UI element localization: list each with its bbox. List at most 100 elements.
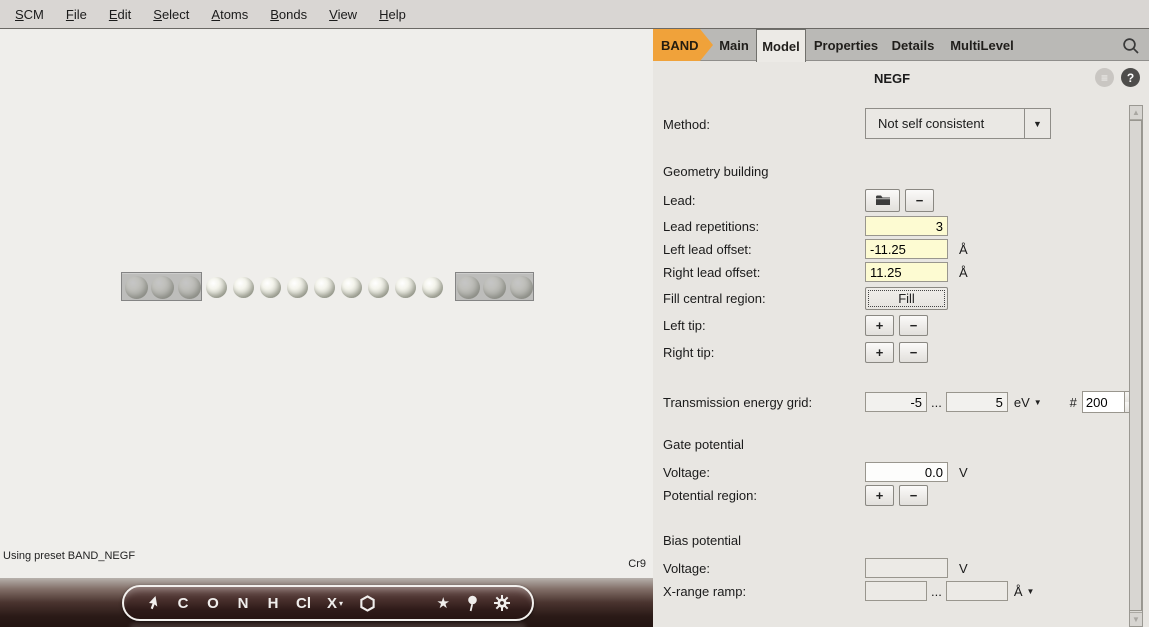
right-lead-offset-label: Right lead offset: xyxy=(663,265,865,280)
transmission-points-input[interactable] xyxy=(1083,392,1124,412)
bias-potential-header: Bias potential xyxy=(663,533,741,548)
tab-properties[interactable]: Properties xyxy=(808,29,884,61)
tab-bar: BAND Main Model Properties Details Multi… xyxy=(653,29,1149,61)
gear-icon[interactable] xyxy=(494,595,510,611)
xrange-max-input[interactable] xyxy=(946,581,1008,601)
atom[interactable] xyxy=(287,277,308,298)
bias-voltage-label: Voltage: xyxy=(663,561,865,576)
right-tip-remove-button[interactable]: − xyxy=(899,342,928,363)
count-hash-label: # xyxy=(1070,395,1077,410)
vertical-scrollbar[interactable]: ▲ ▼ xyxy=(1129,105,1143,627)
method-label: Method: xyxy=(663,117,865,132)
element-n-button[interactable]: N xyxy=(236,595,250,612)
method-dropdown[interactable]: Not self consistent ▼ xyxy=(865,108,1051,139)
gate-voltage-input[interactable] xyxy=(865,462,948,482)
help-icon[interactable]: ? xyxy=(1121,68,1140,87)
gate-voltage-label: Voltage: xyxy=(663,465,865,480)
menu-edit[interactable]: Edit xyxy=(98,7,142,22)
potential-region-remove-button[interactable]: − xyxy=(899,485,928,506)
menu-bar: SCMFileEditSelectAtomsBondsViewHelp xyxy=(0,0,1149,29)
xrange-ramp-label: X-range ramp: xyxy=(663,584,865,599)
star-icon[interactable]: ★ xyxy=(437,594,450,612)
element-c-button[interactable]: C xyxy=(176,595,190,612)
fill-central-region-label: Fill central region: xyxy=(663,291,865,306)
menu-atoms[interactable]: Atoms xyxy=(200,7,259,22)
menu-select[interactable]: Select xyxy=(142,7,200,22)
menu-help[interactable]: Help xyxy=(368,7,417,22)
page-title: NEGF xyxy=(653,71,1131,86)
element-cl-button[interactable]: Cl xyxy=(296,595,311,612)
lead-region-left[interactable] xyxy=(121,272,202,301)
atom[interactable] xyxy=(341,277,362,298)
lead-label: Lead: xyxy=(663,193,865,208)
lead-folder-button[interactable] xyxy=(865,189,900,212)
angstrom-unit: Å xyxy=(959,242,968,257)
formula-label: Cr9 xyxy=(628,558,646,570)
volt-unit: V xyxy=(959,561,968,576)
atom[interactable] xyxy=(314,277,335,298)
atom[interactable] xyxy=(233,277,254,298)
element-toolbar: C O N H Cl X▾ ★ xyxy=(122,585,534,621)
molecule-viewport[interactable]: Using preset BAND_NEGF Cr9 xyxy=(0,29,653,578)
transmission-max-input[interactable] xyxy=(946,392,1008,412)
atom[interactable] xyxy=(260,277,281,298)
lead-region-right[interactable] xyxy=(455,272,534,301)
volt-unit: V xyxy=(959,465,968,480)
scrollbar-thumb[interactable] xyxy=(1130,120,1142,611)
bias-voltage-input[interactable] xyxy=(865,558,948,578)
atom[interactable] xyxy=(206,277,227,298)
panel-menu-icon[interactable]: ≡ xyxy=(1095,68,1114,87)
search-icon[interactable] xyxy=(1121,36,1141,56)
menu-file[interactable]: File xyxy=(55,7,98,22)
tab-model-selected[interactable]: Model xyxy=(756,29,806,62)
element-h-button[interactable]: H xyxy=(266,595,280,612)
ring-tool-icon[interactable] xyxy=(359,595,376,612)
toolbar-band: C O N H Cl X▾ ★ xyxy=(0,578,653,627)
tab-band-app[interactable]: BAND xyxy=(653,29,713,61)
chevron-down-icon: ▼ xyxy=(1034,398,1042,407)
right-tip-label: Right tip: xyxy=(663,345,865,360)
chevron-down-icon: ▼ xyxy=(1025,119,1050,129)
fill-button[interactable]: Fill xyxy=(865,287,948,310)
toolbar-reflection xyxy=(130,623,526,627)
left-tip-remove-button[interactable]: − xyxy=(899,315,928,336)
element-x-dropdown-icon: ▾ xyxy=(339,599,343,612)
length-unit-dropdown[interactable]: Å▼ xyxy=(1014,584,1035,599)
range-separator: ... xyxy=(931,584,942,599)
transmission-min-input[interactable] xyxy=(865,392,927,412)
atom[interactable] xyxy=(395,277,416,298)
element-o-button[interactable]: O xyxy=(206,595,220,612)
lead-remove-button[interactable]: − xyxy=(905,189,934,212)
atom[interactable] xyxy=(368,277,389,298)
menu-scm[interactable]: SCM xyxy=(4,7,55,22)
xrange-min-input[interactable] xyxy=(865,581,927,601)
cursor-tool-icon[interactable] xyxy=(146,595,160,611)
tab-main[interactable]: Main xyxy=(712,29,756,61)
left-tip-add-button[interactable]: + xyxy=(865,315,894,336)
gate-potential-header: Gate potential xyxy=(663,437,744,452)
transmission-grid-label: Transmission energy grid: xyxy=(663,395,865,410)
right-tip-add-button[interactable]: + xyxy=(865,342,894,363)
potential-region-label: Potential region: xyxy=(663,488,865,503)
pin-icon[interactable] xyxy=(466,595,478,612)
right-lead-offset-input[interactable] xyxy=(865,262,948,282)
geometry-section-header: Geometry building xyxy=(663,164,769,179)
menu-view[interactable]: View xyxy=(318,7,368,22)
potential-region-add-button[interactable]: + xyxy=(865,485,894,506)
lead-repetitions-input[interactable] xyxy=(865,216,948,236)
application-window: SCMFileEditSelectAtomsBondsViewHelp Usin… xyxy=(0,0,1149,627)
energy-unit-dropdown[interactable]: eV▼ xyxy=(1014,395,1042,410)
left-lead-offset-input[interactable] xyxy=(865,239,948,259)
tab-multilevel[interactable]: MultiLevel xyxy=(943,29,1021,61)
range-separator: ... xyxy=(931,395,942,410)
settings-panel: BAND Main Model Properties Details Multi… xyxy=(653,29,1149,627)
tab-details[interactable]: Details xyxy=(886,29,940,61)
scroll-up-icon[interactable]: ▲ xyxy=(1130,106,1142,120)
angstrom-unit: Å xyxy=(959,265,968,280)
element-x-button[interactable]: X▾ xyxy=(327,595,343,612)
preset-status-text: Using preset BAND_NEGF xyxy=(3,550,135,562)
scroll-down-icon[interactable]: ▼ xyxy=(1130,612,1142,626)
menu-bonds[interactable]: Bonds xyxy=(259,7,318,22)
left-tip-label: Left tip: xyxy=(663,318,865,333)
atom[interactable] xyxy=(422,277,443,298)
